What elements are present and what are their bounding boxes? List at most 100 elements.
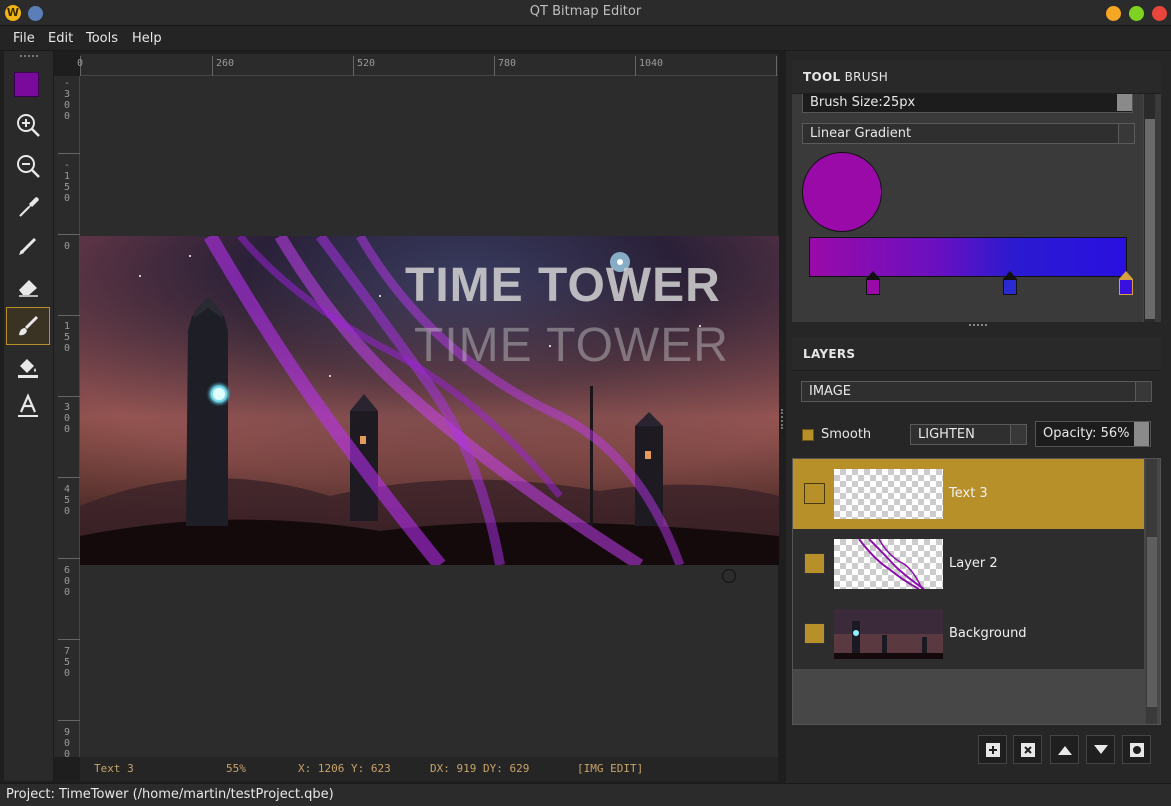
text-tool-icon[interactable]	[6, 387, 50, 425]
window-title: QT Bitmap Editor	[529, 4, 642, 19]
tool-panel: TOOL BRUSH Brush Size:25px Linear Gradie…	[792, 60, 1161, 322]
tool-panel-title-bold: TOOL	[803, 70, 841, 84]
add-layer-button[interactable]	[978, 735, 1007, 764]
gradient-preview-bar[interactable]	[809, 237, 1127, 277]
layers-panel-title: LAYERS	[803, 347, 856, 361]
layer-thumbnail	[834, 469, 943, 519]
gradient-stop-handle[interactable]	[866, 271, 880, 296]
drawing-canvas[interactable]: TIME TOWER TIME TOWER	[80, 76, 779, 757]
toolbar-grip[interactable]	[20, 55, 38, 59]
ruler-label: -150	[63, 160, 71, 204]
layer-name: Text 3	[949, 486, 988, 501]
layer-row-text-3[interactable]: Text 3	[793, 459, 1144, 529]
brush-size-slider-handle[interactable]	[1117, 94, 1132, 111]
layer-visibility-checkbox[interactable]	[804, 483, 825, 504]
layer-row-background[interactable]: Background	[793, 599, 1144, 669]
tool-bar	[4, 51, 54, 781]
layer-name: Background	[949, 626, 1027, 641]
delete-layer-button[interactable]	[1013, 735, 1042, 764]
status-delta: DX: 919 DY: 629	[430, 762, 530, 775]
status-mode: [IMG EDIT]	[577, 762, 644, 775]
brush-size-field[interactable]: Brush Size:25px	[802, 94, 1133, 113]
layers-panel-header: LAYERS	[792, 337, 1161, 371]
scrollbar-thumb[interactable]	[1147, 537, 1157, 707]
layer-mask-button[interactable]	[1122, 735, 1151, 764]
title-bar: W QT Bitmap Editor	[0, 0, 1171, 26]
ruler-label: 300	[63, 402, 71, 435]
status-zoom: 55%	[226, 762, 246, 775]
ruler-label: 750	[63, 646, 71, 679]
artwork-image: TIME TOWER TIME TOWER	[80, 236, 779, 565]
dock-splitter[interactable]	[969, 324, 987, 327]
layer-row-layer-2[interactable]: Layer 2	[793, 529, 1144, 599]
ruler-label: 0	[63, 241, 71, 252]
layer-visibility-checkbox[interactable]	[804, 623, 825, 644]
blend-mode-select[interactable]: LIGHTEN	[910, 424, 1027, 445]
menu-help[interactable]: Help	[132, 31, 162, 46]
gradient-type-value: Linear Gradient	[810, 126, 912, 141]
status-layer: Text 3	[94, 762, 134, 775]
ruler-label: -300	[63, 78, 71, 122]
layer-list-scrollbar[interactable]	[1145, 459, 1157, 724]
eyedropper-icon[interactable]	[6, 188, 50, 226]
vertical-ruler: -300 -150 0 150 300 450 600 750 900	[54, 76, 80, 760]
tool-settings-area: Brush Size:25px Linear Gradient	[792, 94, 1161, 322]
menu-bar: File Edit Tools Help	[0, 26, 1171, 51]
smooth-checkbox[interactable]	[802, 429, 814, 441]
zoom-out-icon[interactable]	[6, 147, 50, 185]
tool-panel-title: TOOL BRUSH	[803, 70, 888, 84]
ruler-label: 260	[216, 58, 235, 69]
fill-bucket-icon[interactable]	[6, 348, 50, 386]
scrollbar-thumb[interactable]	[1145, 119, 1155, 319]
tool-panel-title-tool: BRUSH	[844, 70, 889, 84]
move-up-icon	[1057, 745, 1072, 755]
move-layer-down-button[interactable]	[1086, 735, 1115, 764]
menu-file[interactable]: File	[13, 31, 35, 46]
eraser-icon[interactable]	[6, 267, 50, 305]
ruler-label: 600	[63, 565, 71, 598]
menu-edit[interactable]: Edit	[48, 31, 73, 46]
ruler-label: 150	[63, 321, 71, 354]
ruler-label: 520	[357, 58, 376, 69]
layer-visibility-checkbox[interactable]	[804, 553, 825, 574]
ruler-label: 900	[63, 727, 71, 760]
zoom-in-icon[interactable]	[6, 106, 50, 144]
menu-tools[interactable]: Tools	[86, 31, 118, 46]
active-color-swatch[interactable]	[14, 72, 39, 97]
right-dock: TOOL BRUSH Brush Size:25px Linear Gradie…	[786, 51, 1171, 783]
maximize-button[interactable]	[1129, 6, 1144, 21]
move-layer-up-button[interactable]	[1050, 735, 1079, 764]
mask-icon	[1129, 742, 1144, 757]
opacity-value: Opacity: 56%	[1043, 426, 1130, 441]
project-path: Project: TimeTower (/home/martin/testPro…	[6, 787, 334, 802]
canvas-status-bar: Text 3 55% X: 1206 Y: 623 DX: 919 DY: 62…	[80, 757, 778, 781]
artwork-title-bold: TIME TOWER	[405, 259, 721, 312]
chevron-down-icon	[1118, 124, 1134, 143]
layer-type-select[interactable]: IMAGE	[801, 381, 1152, 402]
chevron-down-icon	[1010, 425, 1026, 444]
minimize-button[interactable]	[1106, 6, 1121, 21]
blend-mode-value: LIGHTEN	[918, 427, 975, 442]
close-button[interactable]	[1152, 6, 1167, 21]
ruler-label: 780	[498, 58, 517, 69]
brush-icon[interactable]	[6, 307, 50, 345]
layers-panel: LAYERS IMAGE Smooth LIGHTEN Opacity: 56%…	[792, 337, 1161, 777]
ruler-label: 0	[77, 58, 84, 69]
horizontal-ruler: 0 260 520 780 1040	[77, 54, 778, 76]
gradient-type-select[interactable]: Linear Gradient	[802, 123, 1135, 144]
opacity-slider-handle[interactable]	[1134, 422, 1149, 446]
gradient-stop-handle[interactable]	[1003, 271, 1017, 296]
gradient-stop-handle-selected[interactable]	[1119, 271, 1133, 296]
panel-splitter[interactable]	[781, 409, 784, 429]
smooth-label: Smooth	[821, 427, 872, 442]
status-coords: X: 1206 Y: 623	[298, 762, 391, 775]
chevron-down-icon	[1135, 382, 1151, 401]
move-down-icon	[1093, 744, 1108, 754]
layer-list: Text 3 Layer 2 Background	[792, 458, 1161, 725]
tool-panel-header: TOOL BRUSH	[792, 60, 1161, 94]
layer-type-value: IMAGE	[809, 384, 852, 399]
tool-panel-scrollbar[interactable]	[1143, 94, 1155, 322]
brush-cursor	[722, 569, 736, 583]
pencil-icon[interactable]	[6, 226, 50, 264]
layer-thumbnail	[834, 609, 943, 659]
